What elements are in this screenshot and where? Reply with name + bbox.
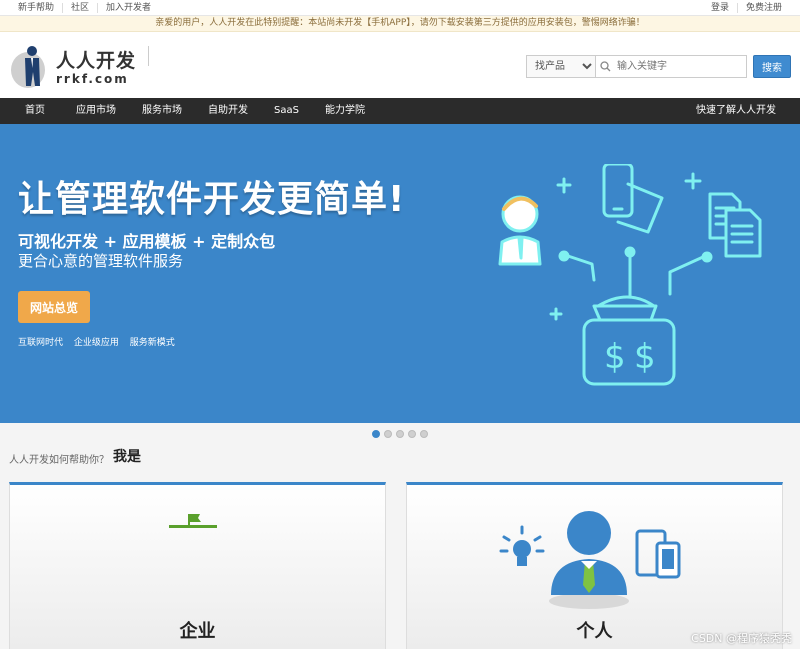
top-right-links: 登录 免费注册: [703, 2, 790, 13]
nav-about[interactable]: 快速了解人人开发: [696, 98, 776, 124]
carousel-dot[interactable]: [420, 430, 428, 438]
search-button[interactable]: 搜索: [753, 55, 791, 78]
role-cards: 企业 个人: [9, 482, 783, 649]
hero-headline: 让管理软件开发更简单!: [18, 179, 406, 220]
logo-divider: [148, 46, 149, 66]
search-category-select[interactable]: 找产品: [526, 55, 596, 78]
plus-icon: [684, 172, 702, 190]
help-link[interactable]: 新手帮助: [10, 2, 64, 13]
svg-text:$: $: [634, 337, 656, 377]
carousel-dot[interactable]: [396, 430, 404, 438]
help-question: 人人开发如何帮助你？: [9, 455, 109, 466]
top-utility-bar: 新手帮助 社区 加入开发者 登录 免费注册: [0, 0, 800, 16]
nav-app-market[interactable]: 应用市场: [63, 98, 129, 124]
hero-tagline: 更合心意的管理软件服务: [18, 252, 184, 270]
hero-tag: 服务新模式: [129, 338, 175, 348]
help-emphasis: 我是: [113, 449, 141, 465]
nav-self-develop[interactable]: 自助开发: [195, 98, 261, 124]
flag-icon: [169, 514, 217, 528]
person-icon: [549, 511, 629, 609]
search-input-wrapper: [596, 55, 747, 78]
hero-tag: 企业级应用: [73, 338, 119, 348]
search-input[interactable]: [615, 60, 739, 73]
site-logo[interactable]: 人人开发 rrkf.com: [10, 42, 149, 90]
individual-card[interactable]: 个人: [406, 482, 783, 649]
logo-person-icon: [10, 42, 50, 90]
site-overview-button[interactable]: 网站总览: [18, 291, 90, 323]
enterprise-card[interactable]: 企业: [9, 482, 386, 649]
join-developer-link[interactable]: 加入开发者: [98, 3, 159, 13]
carousel-dot[interactable]: [408, 430, 416, 438]
nav-home[interactable]: 首页: [0, 98, 63, 124]
svg-text:$: $: [604, 337, 626, 377]
hero-tag: 互联网时代: [18, 338, 64, 348]
nav-service-market[interactable]: 服务市场: [129, 98, 195, 124]
logo-text: 人人开发 rrkf.com: [56, 46, 136, 86]
community-link[interactable]: 社区: [63, 2, 99, 13]
devices-icon: [635, 529, 681, 579]
register-link[interactable]: 免费注册: [738, 3, 790, 13]
main-nav: 首页 应用市场 服务市场 自助开发 SaaS 能力学院 快速了解人人开发: [0, 98, 800, 124]
carousel-dot[interactable]: [384, 430, 392, 438]
mobile-phone-icon: [602, 164, 664, 234]
nav-academy[interactable]: 能力学院: [312, 98, 378, 124]
search-bar: 找产品 搜索: [526, 55, 791, 78]
plus-icon: [556, 177, 572, 194]
enterprise-title: 企业: [179, 621, 216, 642]
notice-banner: 亲爱的用户，人人开发在此特别提醒：本站尚未开发【手机APP】，请勿下载安装第三方…: [0, 16, 800, 32]
money-bag-icon: $ $: [582, 304, 676, 386]
hero-tags: 互联网时代 企业级应用 服务新模式: [18, 335, 183, 348]
businessman-icon: [498, 195, 542, 266]
network-lines: [558, 246, 713, 308]
search-icon: [600, 61, 611, 72]
plus-icon: [549, 307, 563, 321]
hero-banner[interactable]: 让管理软件开发更简单! 可视化开发 + 应用模板 + 定制众包 更合心意的管理软…: [0, 124, 800, 423]
carousel-indicators: [0, 423, 800, 445]
carousel-dot[interactable]: [372, 430, 380, 438]
watermark: CSDN @程序猿秃秃: [691, 632, 792, 645]
site-header: 人人开发 rrkf.com 找产品 搜索: [0, 32, 800, 98]
hero-illustration: $ $: [498, 164, 762, 386]
hero-subhead: 可视化开发 + 应用模板 + 定制众包: [18, 232, 276, 251]
logo-name-en: rrkf.com: [56, 72, 129, 86]
document-icon: [708, 192, 762, 258]
logo-name-cn: 人人开发: [56, 50, 137, 72]
top-left-links: 新手帮助 社区 加入开发者: [10, 2, 159, 13]
nav-saas[interactable]: SaaS: [261, 98, 312, 124]
login-link[interactable]: 登录: [703, 2, 738, 13]
help-heading: 人人开发如何帮助你？ 我是: [0, 445, 800, 466]
